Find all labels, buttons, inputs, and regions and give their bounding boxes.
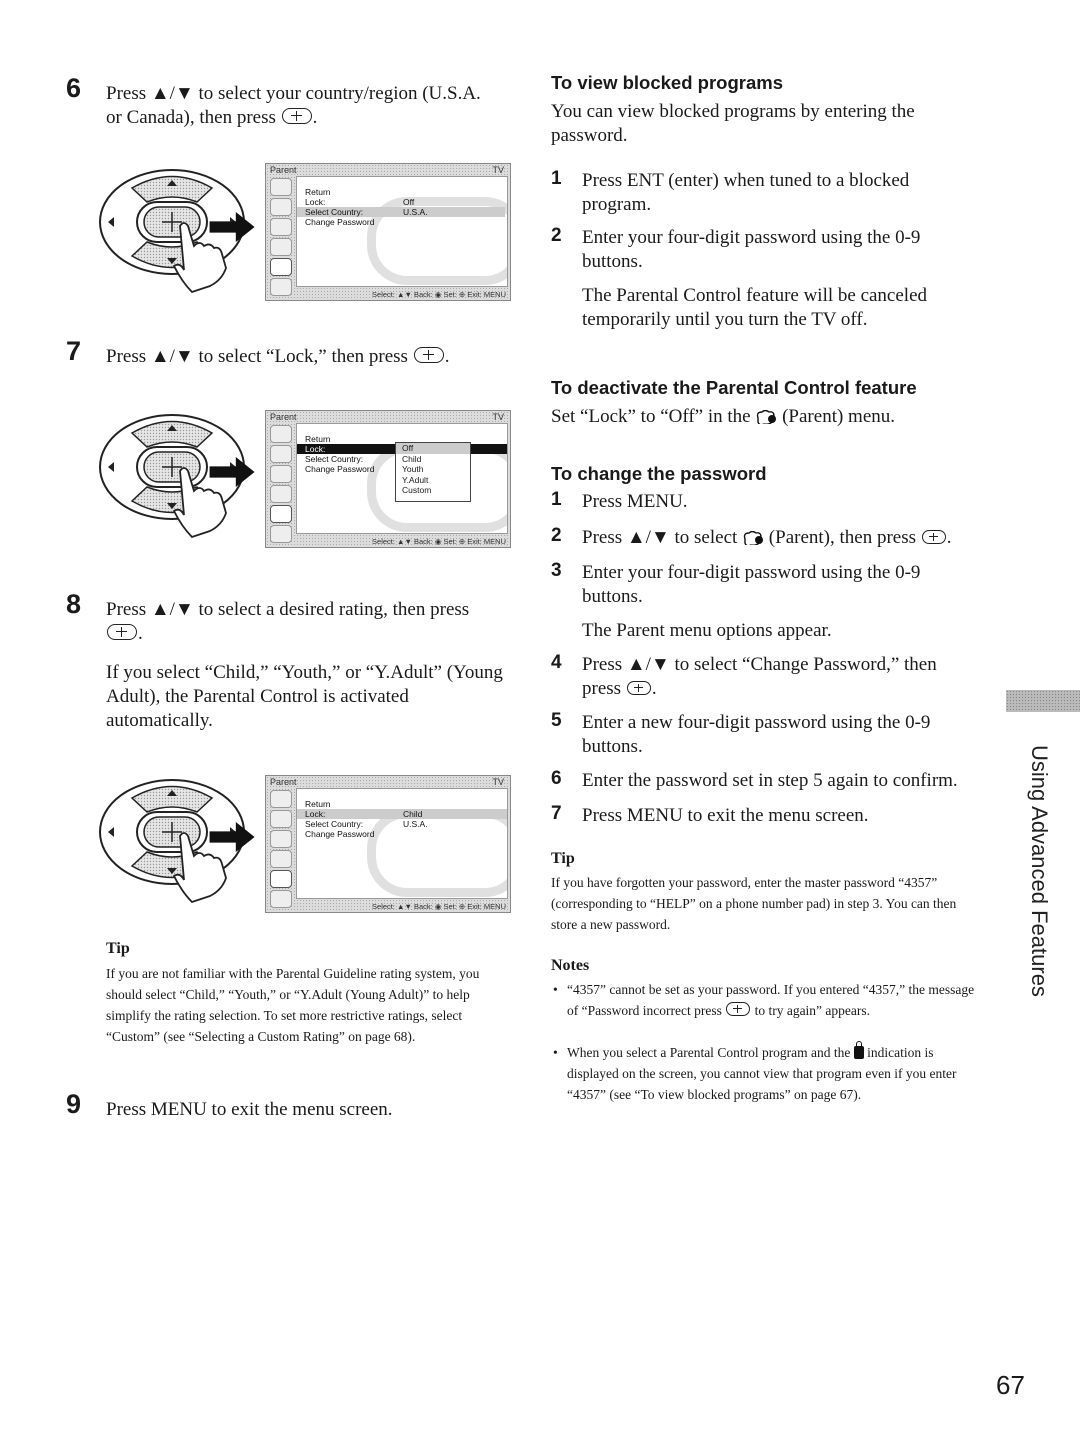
enter-button-icon [413, 347, 444, 363]
enter-button-icon [726, 1002, 751, 1016]
step-number: 7 [66, 336, 82, 366]
menu-icon-sidebar [269, 177, 293, 296]
menu-panel: Return Lock: Off Select Country: U.S.A. Ch… [296, 176, 508, 287]
enter-button-icon [281, 108, 312, 124]
tv-screen-country: Parent TV Return Lock: Off Select Country… [265, 163, 511, 301]
dropdown-option: Custom [402, 485, 432, 495]
page-number: 67 [996, 1370, 1025, 1400]
step-number: 3 [551, 560, 562, 581]
menu-row: Lock: Off [305, 197, 415, 207]
dropdown-option: Child [402, 453, 422, 464]
change-step-3: 3 Enter your four-digit password using t… [551, 560, 971, 609]
tip-text: If you have forgotten your password, ent… [551, 875, 957, 932]
right-arrow-icon [209, 212, 255, 242]
tip-heading: Tip [551, 850, 575, 867]
step-number: 2 [551, 525, 562, 546]
step-number: 1 [551, 489, 562, 510]
step-number: 2 [551, 225, 562, 246]
step-number: 6 [66, 73, 82, 103]
step-number: 1 [551, 168, 562, 189]
step-text: Enter the password set in step 5 again t… [582, 770, 958, 791]
step-9: 9 Press MENU to exit the menu screen. [66, 1091, 506, 1122]
dropdown-option: Y.Adult [402, 474, 429, 485]
punct: . [312, 107, 318, 128]
step-text: Press ▲/▼ to select “Lock,” then press [106, 346, 408, 367]
step-text: Press MENU. [582, 491, 688, 512]
change-step-3-note: The Parent menu options appear. [582, 620, 832, 641]
enter-button-icon [921, 530, 946, 544]
step-7: 7 Press ▲/▼ to select “Lock,” then press… [66, 336, 450, 368]
step-number: 4 [551, 652, 562, 673]
step-6: 6 Press ▲/▼ to select your country/regio… [66, 75, 506, 130]
menu-row-selected: Lock: Child [297, 809, 507, 819]
change-step-5: 5 Enter a new four-digit password using … [551, 710, 971, 759]
step-8-explanation: If you select “Child,” “Youth,” or “Y.Ad… [106, 662, 503, 731]
heading-deactivate: To deactivate the Parental Control featu… [551, 377, 917, 398]
enter-button-icon [626, 681, 651, 695]
note-item: “4357” cannot be set as your password. I… [551, 979, 987, 1021]
change-step-2: 2 Press ▲/▼ to select (Parent), then pre… [551, 525, 952, 548]
step-number: 6 [551, 768, 562, 789]
step-text: Press MENU to exit the menu screen. [582, 805, 869, 826]
enter-button-icon [107, 624, 137, 640]
note-item: When you select a Parental Control progr… [551, 1041, 987, 1105]
tv-screen-lock-dropdown: Parent TV Return Lock: Select Country: C… [265, 410, 511, 548]
step-text: Enter your four-digit password using the… [582, 562, 921, 607]
parent-icon [743, 531, 764, 545]
view-blocked-step-1: 1 Press ENT (enter) when tuned to a bloc… [551, 168, 971, 217]
step-text: Press ▲/▼ to select a desired rating, th… [106, 599, 470, 620]
step-text-line2: or Canada), then press [106, 107, 276, 128]
menu-row: Change Password [305, 217, 375, 227]
deactivate-text: Set “Lock” to “Off” in the (Parent) menu… [551, 406, 896, 427]
view-blocked-intro: You can view blocked programs by enterin… [551, 101, 915, 146]
lock-icon [853, 1041, 864, 1059]
menu-row-selected: Select Country: U.S.A. [297, 207, 505, 217]
menu-row: Change Password [305, 829, 375, 839]
screen-footer: Select: ▲▼ Back: ◉ Set: ⊕ Exit: MENU [372, 290, 506, 299]
dropdown-option: Youth [402, 464, 424, 474]
step-number: 8 [66, 589, 82, 619]
lock-rating-dropdown: Off Child Youth Y.Adult Custom [395, 442, 471, 502]
notes-heading: Notes [551, 957, 590, 974]
step-number: 5 [551, 710, 562, 731]
change-step-4: 4 Press ▲/▼ to select “Change Password,”… [551, 652, 937, 699]
step-text: Enter a new four-digit password using th… [582, 712, 931, 757]
view-blocked-step-2: 2 Enter your four-digit password using t… [551, 225, 971, 274]
tv-screen-lock-child: Parent TV Return Lock: Child Select Count… [265, 775, 511, 913]
heading-change-password: To change the password [551, 463, 767, 484]
step-number: 9 [66, 1089, 82, 1119]
step-text: Press ▲/▼ to select your country/region … [106, 82, 506, 130]
step-8: 8 Press ▲/▼ to select a desired rating, … [66, 589, 470, 645]
menu-row: Return [305, 187, 331, 197]
step-text-line1: Press ▲/▼ to select your country/region … [106, 83, 481, 104]
right-arrow-icon [209, 822, 255, 852]
tip-text: If you are not familiar with the Parenta… [106, 966, 480, 1044]
change-step-6: 6 Enter the password set in step 5 again… [551, 768, 991, 793]
step-text: Press MENU to exit the menu screen. [106, 1099, 393, 1120]
parent-icon [757, 410, 778, 424]
right-arrow-icon [209, 457, 255, 487]
section-tab-marker [1006, 690, 1080, 712]
change-step-7: 7 Press MENU to exit the menu screen. [551, 803, 971, 828]
dropdown-option: Off [396, 443, 470, 454]
tip-heading: Tip [106, 940, 130, 957]
menu-row: Return [305, 799, 331, 809]
menu-panel: Return Lock: Select Country: Change Pass… [296, 423, 508, 534]
menu-row: Select Country: U.S.A. [305, 819, 428, 829]
menu-panel: Return Lock: Child Select Country: U.S.A. … [296, 788, 508, 899]
section-tab-label: Using Advanced Features [1027, 745, 1052, 997]
step-text: Press ENT (enter) when tuned to a blocke… [582, 170, 910, 215]
screen-title: Parent [270, 165, 297, 175]
step-number: 7 [551, 803, 562, 824]
heading-view-blocked: To view blocked programs [551, 72, 783, 93]
change-step-1: 1 Press MENU. [551, 489, 981, 514]
view-blocked-note: The Parental Control feature will be can… [582, 285, 928, 330]
screen-tv-label: TV [492, 165, 504, 175]
step-text: Enter your four-digit password using the… [582, 227, 921, 272]
